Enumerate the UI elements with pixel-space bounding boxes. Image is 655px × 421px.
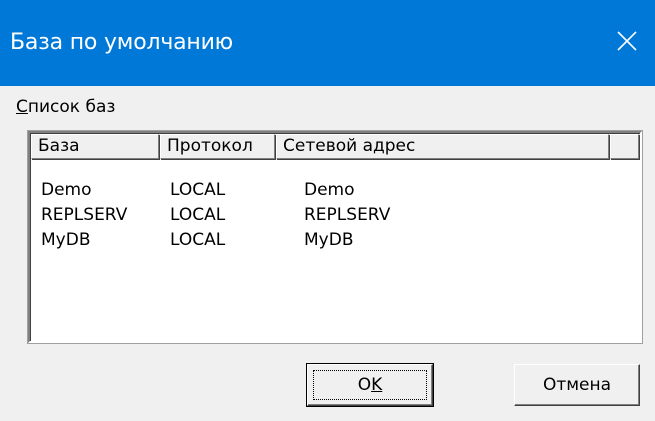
ok-button[interactable]: OK [306, 363, 434, 407]
title-bar[interactable]: База по умолчанию [0, 0, 655, 86]
dialog-window: База по умолчанию Список баз База Проток… [0, 0, 655, 421]
cell-database: MyDB [41, 230, 91, 250]
table-row[interactable]: REPLSERV LOCAL REPLSERV [31, 203, 640, 227]
column-header-network-address[interactable]: Сетевой адрес [276, 134, 609, 159]
table-row[interactable]: MyDB LOCAL MyDB [31, 228, 640, 252]
cell-network-address: REPLSERV [304, 205, 391, 225]
db-list-label: Список баз [16, 96, 115, 118]
db-list-label-accel: С [16, 97, 28, 117]
column-header-protocol[interactable]: Протокол [160, 134, 275, 159]
cell-protocol: LOCAL [170, 230, 226, 250]
close-icon [617, 31, 637, 51]
close-button[interactable] [605, 0, 655, 86]
db-list-label-text: писок баз [27, 97, 116, 117]
cancel-button[interactable]: Отмена [514, 364, 640, 406]
table-row[interactable]: Demo LOCAL Demo [31, 178, 640, 202]
cell-protocol: LOCAL [170, 180, 226, 200]
window-title: База по умолчанию [10, 30, 234, 55]
ok-label-prefix: O [357, 375, 372, 395]
cell-network-address: MyDB [304, 230, 354, 250]
cell-network-address: Demo [304, 180, 355, 200]
ok-label-accel: K [371, 375, 383, 395]
cell-database: REPLSERV [41, 205, 128, 225]
cell-database: Demo [41, 180, 92, 200]
db-list-view[interactable]: База Протокол Сетевой адрес Demo LOCAL D… [27, 130, 643, 344]
column-header-filler [610, 134, 639, 159]
column-header-database[interactable]: База [31, 134, 159, 159]
cell-protocol: LOCAL [170, 205, 226, 225]
list-header: База Протокол Сетевой адрес [31, 134, 640, 159]
